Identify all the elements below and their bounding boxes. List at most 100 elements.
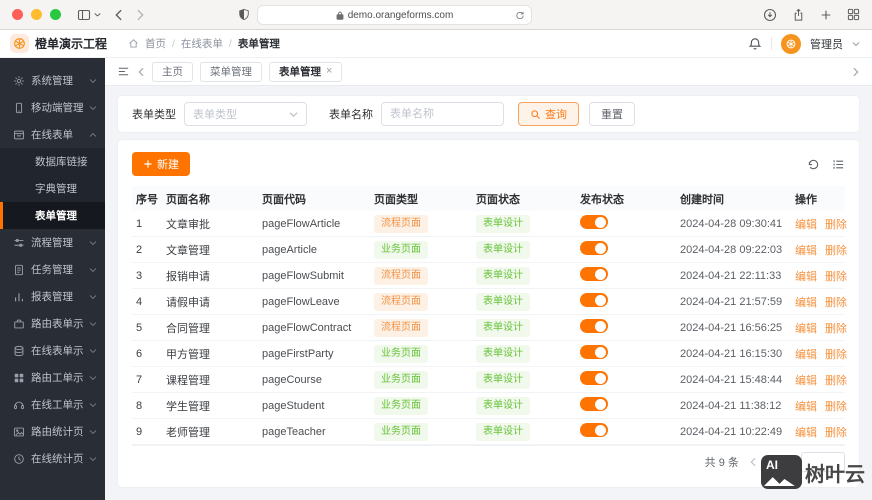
task-icon (13, 264, 25, 276)
sidebar-item-db-link[interactable]: 数据库链接 (0, 148, 105, 175)
create-button[interactable]: 新建 (132, 152, 190, 176)
chevron-down-icon (89, 375, 97, 381)
sidebar-item-task-mgmt[interactable]: 任务管理 (0, 256, 105, 283)
lock-icon (336, 11, 344, 20)
gear-icon (13, 75, 25, 87)
sidebar-item-system-mgmt[interactable]: 系统管理 (0, 67, 105, 94)
reset-button[interactable]: 重置 (589, 102, 635, 126)
close-window-button[interactable] (12, 9, 23, 20)
chevron-up-icon (89, 132, 97, 138)
privacy-shield-icon[interactable] (238, 8, 250, 21)
edit-link[interactable]: 编辑 (795, 297, 817, 309)
traffic-lights (12, 9, 61, 20)
tab-home[interactable]: 主页 (152, 61, 193, 82)
tab-form-mgmt[interactable]: 表单管理 × (269, 61, 343, 82)
chevron-down-icon[interactable] (852, 41, 860, 47)
edit-link[interactable]: 编辑 (795, 427, 817, 439)
bar-chart-icon (13, 291, 25, 303)
cell-created-time: 2024-04-28 09:30:41 (680, 217, 783, 230)
downloads-icon[interactable] (763, 8, 777, 22)
sidebar-item-online-form-demo[interactable]: 在线表单示例 (0, 337, 105, 364)
page-status-badge: 表单设计 (476, 292, 530, 311)
cell-created-time: 2024-04-28 09:22:03 (680, 243, 783, 256)
mobile-icon (13, 102, 25, 114)
sidebar-item-flow-mgmt[interactable]: 流程管理 (0, 229, 105, 256)
delete-link[interactable]: 删除 (825, 349, 847, 361)
form-type-select[interactable]: 表单类型 (184, 102, 307, 126)
user-name[interactable]: 管理员 (810, 36, 843, 52)
cell-no: 7 (136, 373, 143, 386)
page-status-badge: 表单设计 (476, 240, 530, 259)
tab-menu-mgmt[interactable]: 菜单管理 (200, 61, 262, 82)
form-name-filter: 表单名称 (329, 102, 504, 126)
cell-created-time: 2024-04-21 16:15:30 (680, 347, 783, 360)
sidebar-item-form-mgmt[interactable]: 表单管理 (0, 202, 105, 229)
reload-icon[interactable] (515, 10, 525, 21)
bell-icon[interactable] (748, 37, 762, 51)
publish-toggle[interactable] (580, 345, 608, 359)
sidebar-item-mobile-mgmt[interactable]: 移动端管理 (0, 94, 105, 121)
sidebar-item-dict-mgmt[interactable]: 字典管理 (0, 175, 105, 202)
close-icon[interactable]: × (326, 66, 332, 77)
edit-link[interactable]: 编辑 (795, 401, 817, 413)
flow-icon (13, 237, 25, 249)
table-row: 1 文章审批 pageFlowArticle 流程页面 表单设计 2024-04… (132, 211, 847, 237)
avatar[interactable] (781, 33, 801, 54)
tabs-scroll-left-icon[interactable] (137, 67, 145, 77)
publish-toggle[interactable] (580, 397, 608, 411)
header-right: 管理员 (748, 33, 860, 54)
form-icon (13, 129, 25, 141)
delete-link[interactable]: 删除 (825, 219, 847, 231)
sidebar-item-route-ticket-demo[interactable]: 路由工单示例 (0, 364, 105, 391)
share-icon[interactable] (792, 8, 805, 22)
page-type-badge: 业务页面 (374, 370, 428, 389)
sidebar-item-report-mgmt[interactable]: 报表管理 (0, 283, 105, 310)
prev-page-icon[interactable] (749, 457, 757, 467)
delete-link[interactable]: 删除 (825, 245, 847, 257)
search-button[interactable]: 查询 (518, 102, 579, 126)
delete-link[interactable]: 删除 (825, 271, 847, 283)
edit-link[interactable]: 编辑 (795, 375, 817, 387)
browser-sidebar-toggle-icon[interactable] (77, 8, 101, 22)
minimize-window-button[interactable] (31, 9, 42, 20)
breadcrumb-section[interactable]: 在线表单 (181, 36, 223, 51)
sidebar-item-online-stats-page[interactable]: 在线统计页面 (0, 445, 105, 472)
tabs-scroll-right-icon[interactable] (852, 67, 860, 77)
sidebar-item-online-forms[interactable]: 在线表单 (0, 121, 105, 148)
edit-link[interactable]: 编辑 (795, 323, 817, 335)
form-name-input[interactable] (381, 102, 504, 126)
delete-link[interactable]: 删除 (825, 297, 847, 309)
breadcrumb-current: 表单管理 (237, 38, 280, 50)
column-settings-icon[interactable] (832, 158, 845, 171)
edit-link[interactable]: 编辑 (795, 245, 817, 257)
zoom-window-button[interactable] (50, 9, 61, 20)
publish-toggle[interactable] (580, 215, 608, 229)
publish-toggle[interactable] (580, 423, 608, 437)
delete-link[interactable]: 删除 (825, 323, 847, 335)
edit-link[interactable]: 编辑 (795, 271, 817, 283)
browser-forward-icon[interactable] (136, 9, 145, 21)
tab-overview-icon[interactable] (847, 8, 860, 21)
sidebar-item-online-ticket-demo[interactable]: 在线工单示例 (0, 391, 105, 418)
delete-link[interactable]: 删除 (825, 375, 847, 387)
delete-link[interactable]: 删除 (825, 427, 847, 439)
delete-link[interactable]: 删除 (825, 401, 847, 413)
publish-toggle[interactable] (580, 267, 608, 281)
headset-icon (13, 399, 25, 411)
browser-url-bar[interactable]: demo.orangeforms.com (257, 5, 532, 25)
refresh-icon[interactable] (807, 158, 820, 171)
browser-back-icon[interactable] (114, 9, 123, 21)
publish-toggle[interactable] (580, 371, 608, 385)
publish-toggle[interactable] (580, 293, 608, 307)
edit-link[interactable]: 编辑 (795, 219, 817, 231)
publish-toggle[interactable] (580, 241, 608, 255)
new-tab-icon[interactable] (820, 9, 832, 21)
edit-link[interactable]: 编辑 (795, 349, 817, 361)
sidebar-item-route-form-demo[interactable]: 路由表单示例 (0, 310, 105, 337)
sidebar-item-label: 路由工单示例 (31, 372, 83, 384)
sidebar-item-route-stats-page[interactable]: 路由统计页面 (0, 418, 105, 445)
publish-toggle[interactable] (580, 319, 608, 333)
breadcrumb-home[interactable]: 首页 (145, 36, 166, 51)
menu-collapse-icon[interactable] (117, 65, 130, 78)
select-placeholder: 表单类型 (193, 109, 237, 121)
